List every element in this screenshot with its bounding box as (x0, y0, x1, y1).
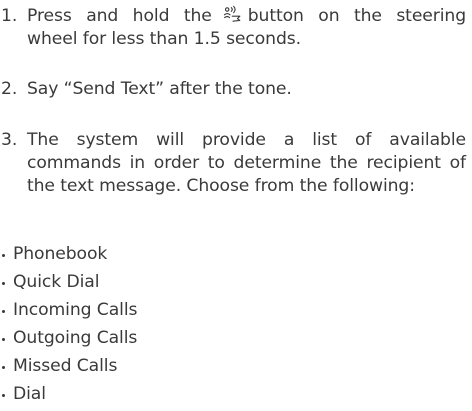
bullet-icon (2, 254, 5, 257)
bullet-icon (2, 338, 5, 341)
step-number: 1. (1, 6, 18, 26)
list-item-label: Phonebook (13, 244, 108, 264)
bullet-icon (2, 366, 5, 369)
list-item-label: Missed Calls (13, 356, 118, 376)
bullet-icon (2, 394, 5, 397)
recipient-options-list: Phonebook Quick Dial Incoming Calls Outg… (0, 243, 137, 411)
list-item-label: Outgoing Calls (13, 328, 138, 348)
list-item: Phonebook (0, 243, 137, 271)
step-number: 2. (1, 79, 18, 99)
list-item-label: Dial (13, 384, 46, 404)
bullet-icon (2, 282, 5, 285)
step-3: 3. The system will provide a list of ava… (0, 129, 466, 198)
step-text-before-icon: Press and hold the (27, 6, 212, 26)
list-item: Quick Dial (0, 271, 137, 299)
step-1: 1. Press and hold the button on the stee… (0, 5, 466, 51)
list-item-label: Incoming Calls (13, 300, 138, 320)
step-text: Say “Send Text” after the tone. (27, 79, 292, 99)
voice-talk-icon (222, 5, 242, 25)
step-2: 2. Say “Send Text” after the tone. (0, 78, 466, 101)
list-item: Missed Calls (0, 355, 137, 383)
step-text: The system will provide a list of availa… (27, 130, 466, 196)
list-item-label: Quick Dial (13, 272, 100, 292)
step-text: Press and hold the button on the steerin… (27, 5, 466, 51)
list-item: Outgoing Calls (0, 327, 137, 355)
step-number: 3. (1, 130, 18, 150)
bullet-icon (2, 310, 5, 313)
list-item: Dial (0, 383, 137, 411)
list-item: Incoming Calls (0, 299, 137, 327)
